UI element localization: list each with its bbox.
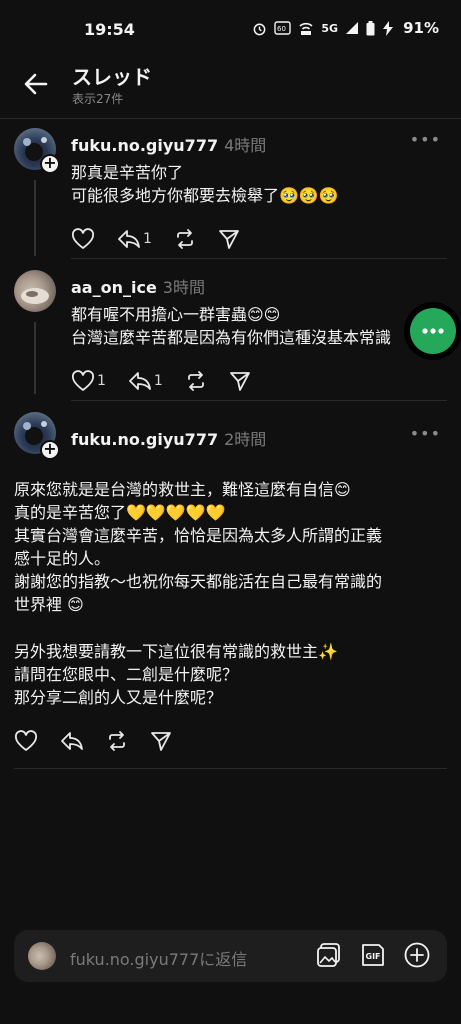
reply-action-button[interactable]: 1: [128, 370, 163, 392]
gif-button[interactable]: GIF: [359, 941, 387, 969]
share-button[interactable]: [218, 228, 240, 250]
like-button[interactable]: [14, 730, 38, 752]
plus-circle-icon: [404, 942, 430, 968]
view-count: 表示27件: [72, 92, 124, 106]
image-attach-button[interactable]: [315, 941, 343, 969]
follow-button[interactable]: +: [40, 154, 60, 174]
reply-arrow-icon: [61, 732, 83, 750]
avatar-photo-icon: [21, 288, 49, 304]
svg-text:60: 60: [277, 25, 286, 33]
status-icons: 60 5G 91%: [252, 19, 439, 37]
header-divider: [0, 118, 461, 119]
share-button[interactable]: [150, 730, 172, 752]
reply-composer[interactable]: fuku.no.giyu777に返信 GIF: [14, 930, 447, 982]
like-count: 1: [97, 373, 106, 389]
battery-percent: 91%: [403, 19, 439, 37]
alarm-icon: [254, 23, 266, 35]
send-icon: [219, 230, 239, 249]
battery-icon: [366, 20, 375, 35]
post-divider: [71, 400, 447, 401]
thread-line: [34, 322, 36, 394]
share-button[interactable]: [229, 370, 251, 392]
reply-arrow-icon: [129, 372, 151, 390]
repost-count: 1: [153, 373, 163, 389]
send-icon: [229, 372, 250, 391]
page-title: スレッド: [72, 65, 152, 89]
post-actions: 1: [71, 228, 262, 250]
more-options-button[interactable]: •••: [410, 130, 441, 149]
username[interactable]: fuku.no.giyu777: [71, 136, 218, 155]
more-actions-fab[interactable]: [410, 308, 456, 354]
own-avatar: [28, 942, 56, 970]
reply-arrow-icon: [118, 230, 140, 248]
repost-icon: [177, 229, 193, 249]
heart-icon: [71, 370, 95, 391]
post-text: 那真是辛苦你了 可能很多地方你都要去檢舉了🥹🥹🥹: [71, 163, 339, 205]
like-button[interactable]: 1: [71, 370, 106, 392]
avatar[interactable]: [14, 270, 56, 312]
image-icon: [317, 943, 340, 967]
reply-action-button[interactable]: [60, 730, 84, 752]
status-bar: 19:54 60 5G 91%: [0, 0, 461, 60]
charging-icon: [383, 20, 394, 36]
ellipsis-icon: [422, 328, 444, 334]
status-time: 19:54: [84, 20, 135, 39]
repost-button[interactable]: [185, 370, 207, 392]
post-actions: 1 1: [71, 370, 273, 392]
post-header: fuku.no.giyu777 4時間: [71, 132, 266, 156]
send-icon: [151, 732, 171, 751]
timestamp: 4時間: [224, 136, 267, 155]
reply-action-button[interactable]: 1: [117, 228, 152, 250]
repost-button[interactable]: [106, 730, 128, 752]
timestamp: 2時間: [224, 430, 267, 449]
composer-tools: GIF: [315, 941, 431, 969]
post-header: aa_on_ice 3時間: [71, 274, 205, 298]
back-button[interactable]: [22, 70, 50, 98]
post-actions: [14, 730, 194, 752]
post-text-continued: 另外我想要請教一下這位很有常識的救世主✨ 請問在您眼中、二創是什麼呢？ 那分享二…: [14, 642, 338, 707]
post-divider: [71, 258, 447, 259]
post-text: 都有喔不用擔心一群害蟲😊😊 台灣這麼辛苦都是因為有你們這種沒基本常識: [71, 305, 392, 347]
username[interactable]: aa_on_ice: [71, 278, 157, 297]
repost-icon: [187, 371, 204, 391]
wifi-lte-icon: [299, 22, 313, 35]
thread-line: [34, 180, 36, 256]
more-options-button[interactable]: •••: [410, 424, 441, 443]
add-attachment-button[interactable]: [403, 941, 431, 969]
thread-header: スレッド 表示27件: [0, 58, 461, 118]
back-arrow-icon: [24, 73, 48, 95]
post-divider: [14, 768, 447, 769]
network-label: 5G: [321, 21, 339, 35]
repost-button[interactable]: [174, 228, 196, 250]
like-button[interactable]: [71, 228, 95, 250]
heart-icon: [14, 730, 38, 751]
repost-icon: [109, 731, 125, 751]
post-header: fuku.no.giyu777 2時間: [71, 426, 266, 450]
timestamp: 3時間: [162, 278, 205, 297]
repost-count: 1: [143, 231, 152, 247]
svg-text:GIF: GIF: [366, 952, 381, 961]
gif-icon: GIF: [362, 944, 384, 966]
signal-icon: [346, 22, 359, 34]
follow-button[interactable]: +: [40, 440, 60, 460]
hd-icon: 60: [274, 21, 292, 35]
reply-input[interactable]: fuku.no.giyu777に返信: [70, 946, 247, 970]
post-text: 原來您就是是台灣的救世主，難怪這麼有自信😊 真的是辛苦您了💛💛💛💛💛 其實台灣會…: [14, 480, 383, 614]
username[interactable]: fuku.no.giyu777: [71, 430, 218, 449]
heart-icon: [71, 228, 95, 249]
